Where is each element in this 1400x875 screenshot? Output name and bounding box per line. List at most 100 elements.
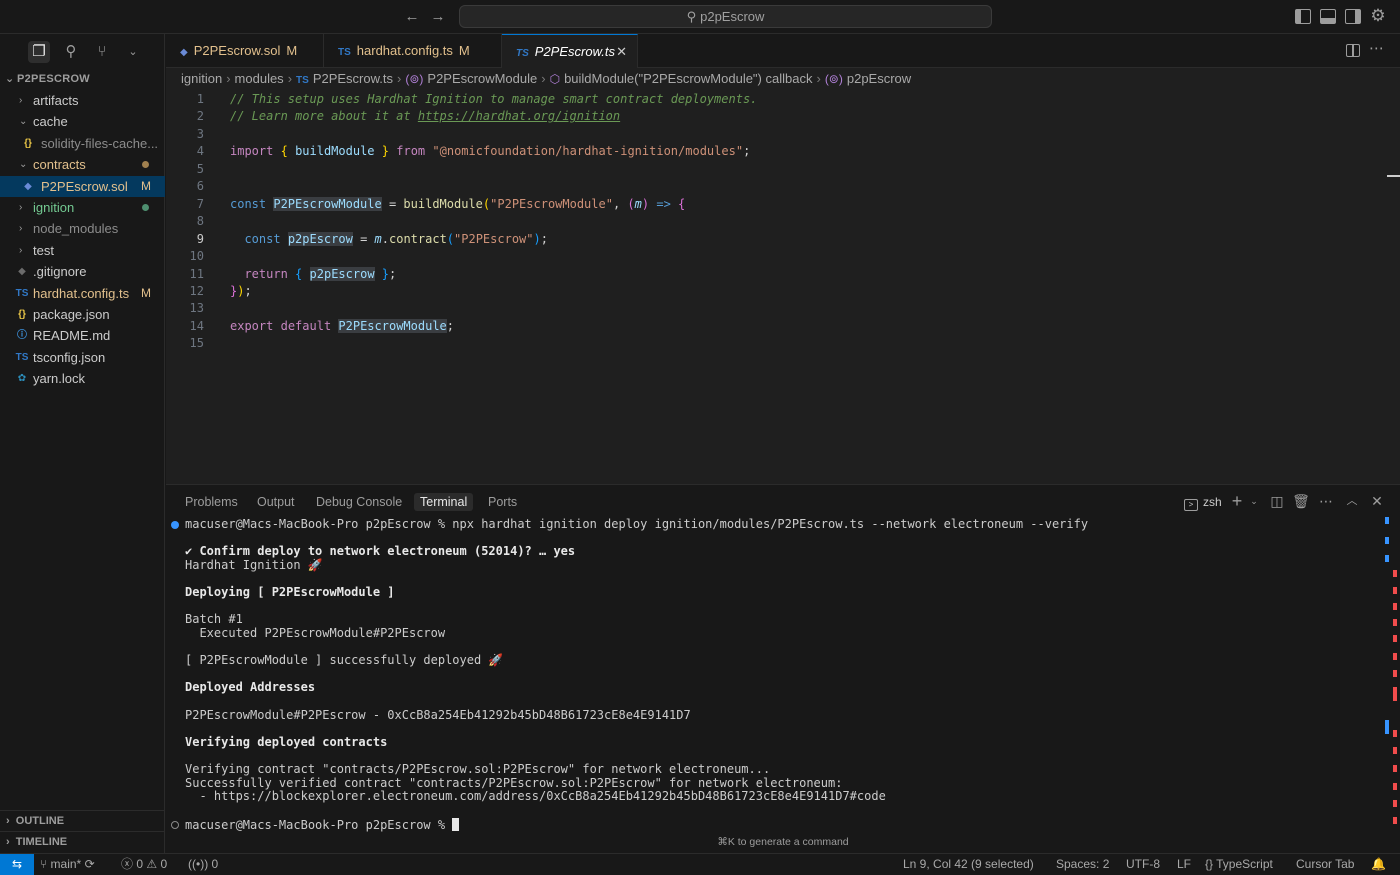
code-token: ; — [244, 283, 252, 298]
terminal-line-text: Hardhat Ignition 🚀 — [185, 557, 323, 572]
cursor-tab[interactable]: Cursor Tab — [1296, 854, 1354, 875]
code-token: export — [230, 318, 274, 333]
code-line: 13 — [166, 300, 1386, 318]
code-token: => — [656, 196, 671, 211]
tree-item-tsconfig-json[interactable]: TS tsconfig.json — [0, 347, 165, 368]
terminal-line: Deployed Addresses — [185, 681, 315, 695]
end-of-line[interactable]: LF — [1177, 854, 1191, 875]
outline-section-header[interactable]: › OUTLINE — [0, 810, 165, 831]
tab-terminal[interactable]: Terminal — [414, 493, 474, 511]
toggle-secondary-sidebar-icon[interactable] — [1345, 9, 1361, 24]
scroll-marker — [1393, 603, 1397, 610]
code-token: "P2PEscrow" — [454, 231, 534, 246]
code-token: { — [678, 196, 686, 211]
tab-problems[interactable]: Problems — [185, 493, 238, 511]
trash-icon[interactable]: 🗑 — [1292, 491, 1310, 511]
code-token: ; — [743, 144, 751, 159]
breadcrumb-item[interactable]: modules — [235, 71, 284, 86]
timeline-section-header[interactable]: › TIMELINE — [0, 831, 165, 852]
toggle-panel-icon[interactable] — [1320, 9, 1336, 24]
gear-icon[interactable]: ⚙ — [1368, 6, 1388, 26]
chevron-right-icon: › — [541, 71, 546, 86]
command-center-search[interactable]: ⚲ p2pEscrow — [459, 5, 992, 28]
scroll-marker — [1393, 587, 1397, 594]
cursor-position[interactable]: Ln 9, Col 42 (9 selected) — [903, 854, 1034, 875]
terminal-output[interactable]: macuser@Macs-MacBook-Pro p2pEscrow % npx… — [166, 516, 1386, 831]
terminal-line-text: Successfully verified contract "contract… — [185, 775, 843, 790]
code-editor[interactable]: 1 // This setup uses Hardhat Ignition to … — [166, 90, 1400, 484]
toggle-primary-sidebar-icon[interactable] — [1295, 9, 1311, 24]
tab-p2pescrow-ts[interactable]: TS P2PEscrow.ts ✕ — [502, 34, 638, 68]
tab-ports[interactable]: Ports — [488, 493, 517, 511]
split-editor-icon[interactable] — [1346, 44, 1360, 57]
close-icon[interactable]: ✕ — [616, 35, 627, 69]
status-bar: ⇆ ⑂ main* ⟳ ⓧ 0 ⚠ 0 ((•)) 0 Ln 9, Col 42… — [0, 853, 1400, 875]
tree-item-hardhat-config-ts[interactable]: TS hardhat.config.ts M — [0, 283, 165, 304]
tab-label: P2PEscrow.sol — [193, 43, 281, 58]
tree-item-label: contracts — [33, 157, 86, 173]
terminal-icon: > — [1184, 499, 1198, 511]
code-token: ( — [627, 196, 635, 211]
tree-item-solidity-files-cache-[interactable]: {} solidity-files-cache... — [0, 133, 165, 154]
terminal-line: macuser@Macs-MacBook-Pro p2pEscrow % npx… — [185, 517, 1088, 532]
command-decoration-icon[interactable] — [171, 820, 179, 829]
more-actions-icon[interactable]: ⋯ — [1369, 34, 1384, 68]
tree-item-contracts[interactable]: ⌄ contracts — [0, 154, 165, 175]
tab-debug-console[interactable]: Debug Console — [316, 493, 402, 511]
code-token: ; — [389, 266, 397, 281]
terminal-line: P2PEscrowModule#P2PEscrow - 0xCcB8a254Eb… — [185, 708, 691, 723]
tree-item-package-json[interactable]: {} package.json — [0, 304, 165, 325]
problems-indicator[interactable]: ⓧ 0 ⚠ 0 — [121, 854, 167, 875]
tab-output[interactable]: Output — [257, 493, 295, 511]
tree-item-yarn-lock[interactable]: ✿ yarn.lock — [0, 368, 165, 389]
scroll-marker — [1385, 720, 1389, 734]
language-mode[interactable]: {} TypeScript — [1205, 854, 1273, 875]
breadcrumb-item[interactable]: p2pEscrow — [847, 71, 911, 86]
arrow-right-icon[interactable]: → — [429, 8, 447, 26]
command-decoration-icon[interactable] — [171, 521, 179, 529]
tab-hardhat-config[interactable]: TS hardhat.config.ts M — [324, 34, 502, 68]
explorer-section-header[interactable]: ⌄ P2PESCROW — [0, 70, 165, 88]
terminal-line-text: Executed P2PEscrowModule#P2PEscrow — [185, 625, 446, 640]
breadcrumb-item[interactable]: buildModule("P2PEscrowModule") callback — [564, 71, 812, 86]
chevron-down-icon[interactable]: ⌄ — [122, 41, 144, 63]
search-icon[interactable]: ⚲ — [60, 41, 82, 63]
tree-item--gitignore[interactable]: ◆ .gitignore — [0, 261, 165, 282]
encoding[interactable]: UTF-8 — [1126, 854, 1160, 875]
scroll-marker — [1393, 817, 1397, 824]
tree-item-p2pescrow-sol[interactable]: ◆ P2PEscrow.sol M — [0, 175, 165, 197]
sidebar: ❐ ⚲ ⑂ ⌄ ⌄ P2PESCROW › artifacts ⌄ cache{} sol… — [0, 34, 165, 853]
remote-indicator-icon[interactable]: ⇆ — [0, 854, 34, 875]
bell-icon[interactable]: 🔔 — [1371, 854, 1386, 875]
breadcrumb-item[interactable]: P2PEscrow.ts — [313, 71, 393, 86]
terminal-profile[interactable]: > zsh — [1184, 493, 1222, 511]
tree-item-readme-md[interactable]: ⓘ README.md — [0, 325, 165, 346]
braces-icon: {} — [1205, 857, 1214, 871]
close-icon[interactable]: ✕ — [1368, 491, 1386, 511]
arrow-left-icon[interactable]: ← — [403, 8, 421, 26]
chevron-up-icon[interactable]: ︿ — [1343, 491, 1361, 511]
tree-item-ignition[interactable]: › ignition — [0, 197, 165, 218]
chevron-down-icon[interactable]: ⌄ — [1245, 491, 1263, 511]
source-control-icon[interactable]: ⑂ — [91, 41, 113, 63]
tab-p2pescrow-sol[interactable]: ◆ P2PEscrow.sol M — [166, 34, 324, 68]
language-label: TypeScript — [1216, 857, 1273, 871]
plus-icon[interactable]: + — [1228, 491, 1246, 511]
more-actions-icon[interactable]: ⋯ — [1317, 491, 1335, 511]
tree-item-label: cache — [33, 114, 68, 130]
search-icon: ⚲ — [686, 9, 697, 24]
breadcrumb-item[interactable]: P2PEscrowModule — [427, 71, 537, 86]
branch-indicator[interactable]: ⑂ main* ⟳ — [40, 854, 95, 875]
tree-item-test[interactable]: › test — [0, 240, 165, 261]
tree-item-node-modules[interactable]: › node_modules — [0, 218, 165, 239]
explorer-icon[interactable]: ❐ — [28, 41, 50, 63]
terminal-line: Verifying deployed contracts — [185, 735, 387, 750]
tree-item-artifacts[interactable]: › artifacts — [0, 90, 165, 111]
split-terminal-icon[interactable]: ◫ — [1268, 491, 1286, 511]
breadcrumb-item[interactable]: ignition — [181, 71, 222, 86]
tree-item-cache[interactable]: ⌄ cache — [0, 111, 165, 132]
ports-indicator[interactable]: ((•)) 0 — [188, 854, 218, 875]
indentation[interactable]: Spaces: 2 — [1056, 854, 1109, 875]
